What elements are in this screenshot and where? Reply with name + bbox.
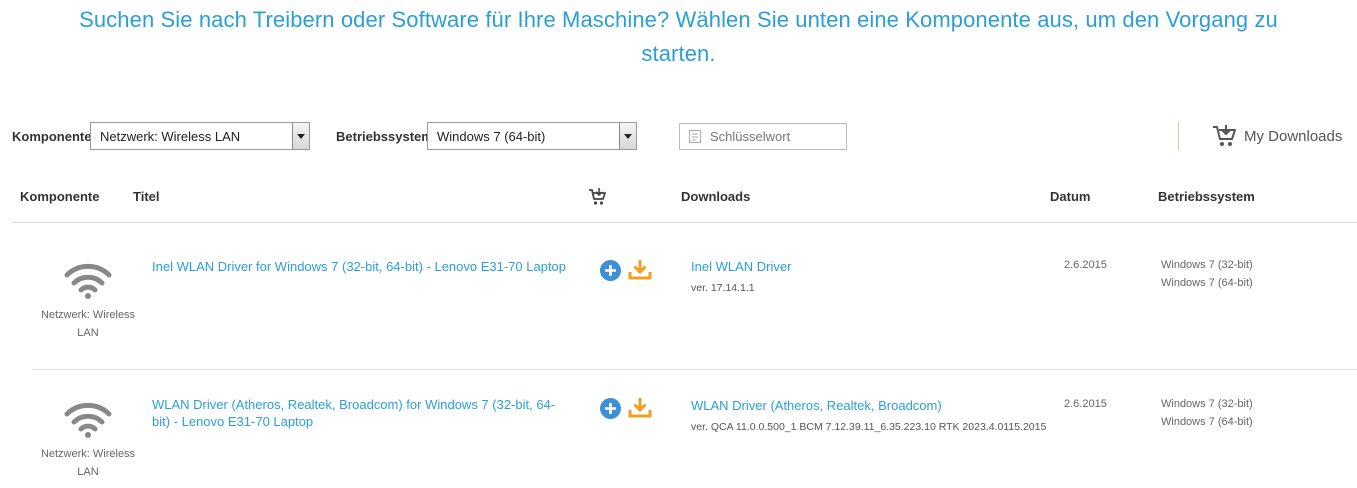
os-select-value: Windows 7 (64-bit): [437, 129, 546, 144]
add-icon[interactable]: [600, 260, 621, 281]
row-download-link[interactable]: WLAN Driver (Atheros, Realtek, Broadcom): [691, 398, 942, 413]
wifi-icon: [64, 263, 112, 299]
cart-add-icon: [589, 188, 606, 205]
header-title: Titel: [133, 189, 160, 204]
row-download-link[interactable]: Inel WLAN Driver: [691, 259, 791, 274]
row-os-item: Windows 7 (64-bit): [1161, 416, 1253, 428]
row-component: Netzwerk: Wireless LAN: [32, 401, 144, 481]
component-label: Komponente: [12, 129, 92, 144]
row-os-item: Windows 7 (32-bit): [1161, 259, 1253, 271]
header-os: Betriebssystem: [1158, 189, 1255, 204]
row-date: 2.6.2015: [1064, 398, 1107, 410]
chevron-down-icon[interactable]: [292, 123, 309, 149]
cart-icon: [1213, 125, 1236, 146]
wifi-icon: [64, 402, 112, 438]
chevron-down-icon[interactable]: [619, 123, 636, 149]
table-header: Komponente Titel Downloads Datum Betrieb…: [0, 180, 1357, 222]
os-select[interactable]: Windows 7 (64-bit): [427, 122, 637, 150]
header-date: Datum: [1050, 189, 1091, 204]
divider: [1178, 122, 1179, 150]
row-title-link[interactable]: Inel WLAN Driver for Windows 7 (32-bit, …: [152, 258, 572, 275]
header-component: Komponente: [20, 189, 100, 204]
download-icon[interactable]: [628, 259, 652, 280]
keyword-input[interactable]: [708, 128, 842, 145]
row-os: Windows 7 (32-bit) Windows 7 (64-bit): [1161, 395, 1253, 431]
keyword-icon: [689, 130, 701, 143]
row-component-label: Netzwerk: Wireless LAN: [40, 309, 136, 339]
row-component-label: Netzwerk: Wireless LAN: [40, 448, 136, 478]
row-component: Netzwerk: Wireless LAN: [32, 262, 144, 342]
row-title-link[interactable]: WLAN Driver (Atheros, Realtek, Broadcom)…: [152, 396, 572, 430]
my-downloads-link[interactable]: My Downloads: [1212, 122, 1342, 150]
row-os-item: Windows 7 (32-bit): [1161, 398, 1253, 410]
my-downloads-label: My Downloads: [1244, 127, 1343, 145]
table-row: Netzwerk: Wireless LAN WLAN Driver (Athe…: [0, 370, 1357, 488]
row-download-version: ver. QCA 11.0.0.500_1 BCM 7.12.39.11_6.3…: [691, 421, 1047, 433]
headline-line-1: Suchen Sie nach Treibern oder Software f…: [79, 7, 1278, 32]
keyword-field[interactable]: [679, 123, 847, 150]
header-downloads: Downloads: [681, 189, 751, 204]
headline-line-2: starten.: [641, 41, 716, 66]
table-row: Netzwerk: Wireless LAN Inel WLAN Driver …: [0, 224, 1357, 369]
component-select[interactable]: Netzwerk: Wireless LAN: [90, 122, 310, 150]
add-icon[interactable]: [600, 398, 621, 419]
page-headline: Suchen Sie nach Treibern oder Software f…: [0, 0, 1357, 71]
row-os: Windows 7 (32-bit) Windows 7 (64-bit): [1161, 256, 1253, 292]
row-date: 2.6.2015: [1064, 259, 1107, 271]
os-label: Betriebssystem: [336, 129, 433, 144]
component-select-value: Netzwerk: Wireless LAN: [100, 129, 241, 144]
row-os-item: Windows 7 (64-bit): [1161, 277, 1253, 289]
row-download-version: ver. 17.14.1.1: [691, 282, 755, 294]
filter-bar: Komponente Netzwerk: Wireless LAN Betrie…: [0, 120, 1357, 154]
header-divider: [12, 222, 1357, 223]
download-icon[interactable]: [628, 397, 652, 418]
